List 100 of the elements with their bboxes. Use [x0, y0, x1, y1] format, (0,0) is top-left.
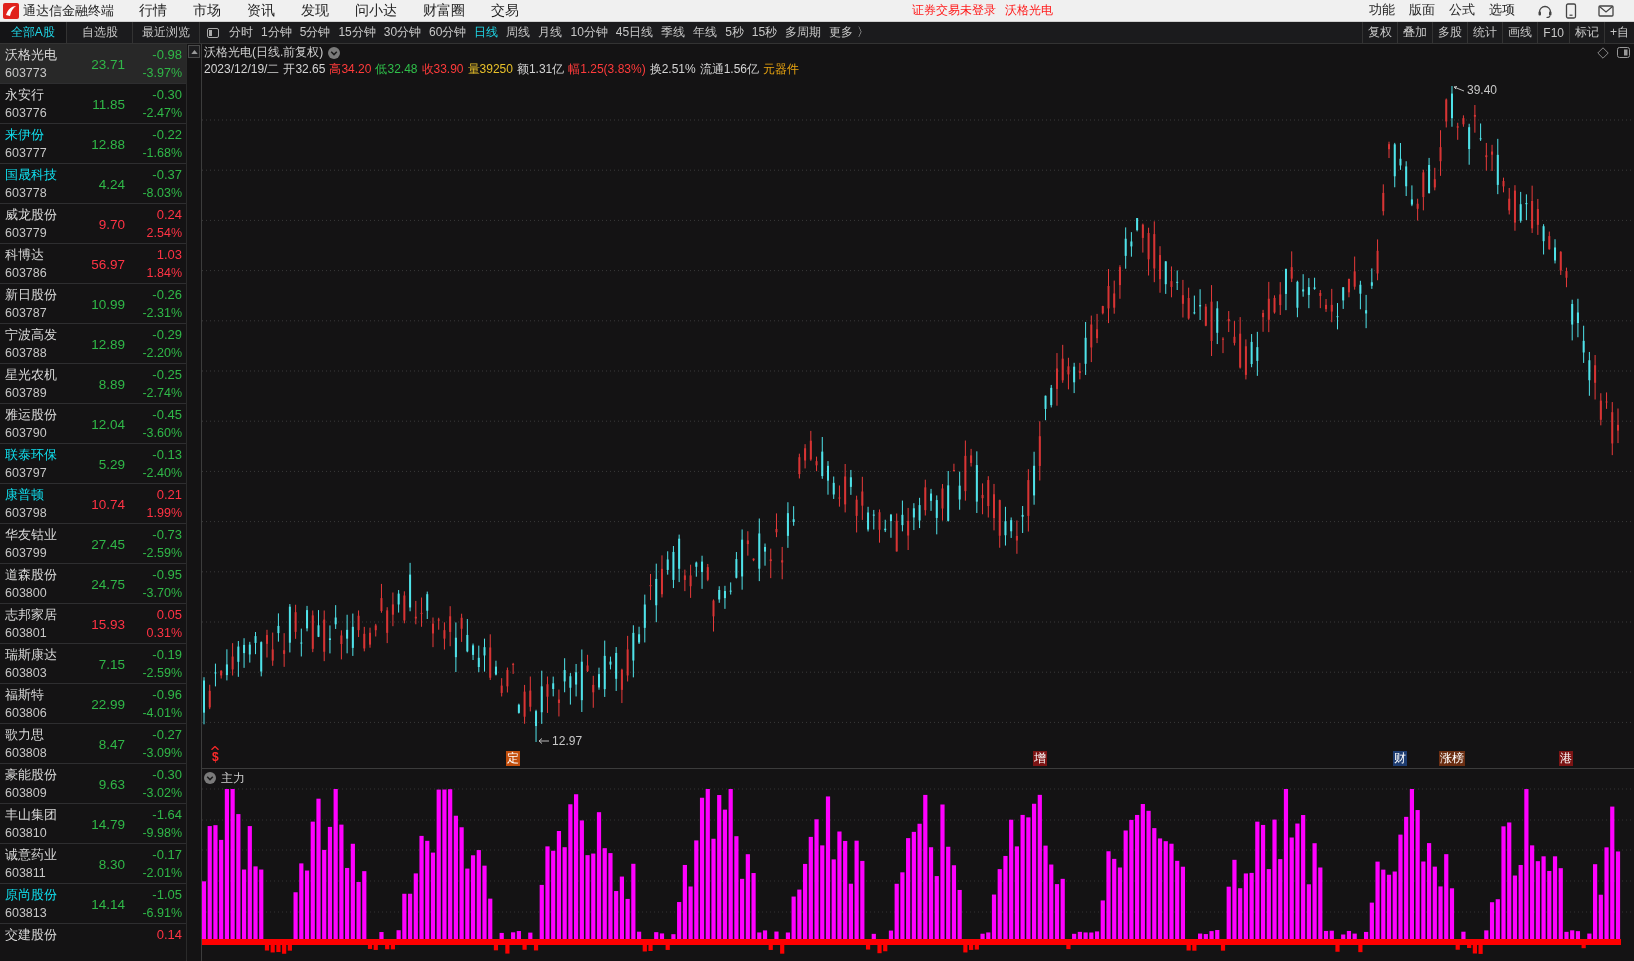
- menu-item[interactable]: 财富圈: [410, 0, 478, 21]
- period-tab[interactable]: 45日线: [611, 22, 658, 43]
- stock-name: 雅运股份: [5, 406, 58, 424]
- stock-row[interactable]: 诚意药业 603811 8.30 -0.17 -2.01%: [0, 844, 186, 884]
- stock-price: 24.75: [91, 576, 125, 592]
- period-tab[interactable]: 5分钟: [295, 22, 335, 43]
- period-tab[interactable]: 15分钟: [334, 22, 380, 43]
- stock-row[interactable]: 威龙股份 603779 9.70 0.24 2.54%: [0, 204, 186, 244]
- stock-row[interactable]: 豪能股份 603809 9.63 -0.30 -3.02%: [0, 764, 186, 804]
- list-tab[interactable]: 自选股: [66, 22, 134, 43]
- diamond-icon[interactable]: [1597, 46, 1609, 59]
- stock-row[interactable]: 新日股份 603787 10.99 -0.26 -2.31%: [0, 284, 186, 324]
- period-tab[interactable]: 周线: [502, 22, 535, 43]
- stock-row[interactable]: 国晟科技 603778 4.24 -0.37 -8.03%: [0, 164, 186, 204]
- period-tab[interactable]: 60分钟: [425, 22, 471, 43]
- event-tag[interactable]: 涨榜: [1438, 751, 1465, 766]
- menu-item[interactable]: 发现: [288, 0, 342, 21]
- tool-button[interactable]: 标记: [1569, 22, 1604, 43]
- tool-button[interactable]: 画线: [1502, 22, 1538, 43]
- event-tag[interactable]: 财: [1393, 751, 1408, 766]
- event-tag[interactable]: 定: [506, 751, 521, 766]
- stock-row[interactable]: 雅运股份 603790 12.04 -0.45 -3.60%: [0, 404, 186, 444]
- menu-item[interactable]: 选项: [1482, 0, 1522, 21]
- tool-button[interactable]: 叠加: [1397, 22, 1433, 43]
- period-tab[interactable]: 15秒: [747, 22, 782, 43]
- stock-name: 瑞斯康达: [5, 646, 58, 664]
- stock-code: 603787: [5, 305, 48, 322]
- stock-price: 12.04: [91, 416, 125, 432]
- tool-button[interactable]: +自: [1604, 22, 1634, 43]
- stock-row[interactable]: 瑞斯康达 603803 7.15 -0.19 -2.59%: [0, 644, 186, 684]
- stock-price: 8.89: [98, 376, 125, 392]
- menu-item[interactable]: 问小达: [342, 0, 410, 21]
- tool-button[interactable]: 多股: [1432, 22, 1468, 43]
- chevron-down-icon[interactable]: [204, 772, 216, 784]
- period-tab[interactable]: 30分钟: [379, 22, 426, 43]
- menu-item[interactable]: 版面: [1402, 0, 1442, 21]
- stock-row[interactable]: 联泰环保 603797 5.29 -0.13 -2.40%: [0, 444, 186, 484]
- stock-price: 4.24: [98, 176, 125, 192]
- list-tab[interactable]: 全部A股: [0, 22, 67, 43]
- period-tab[interactable]: 日线: [470, 22, 503, 43]
- scrollbar[interactable]: [186, 44, 201, 961]
- event-flag[interactable]: $: [212, 750, 219, 764]
- stock-row[interactable]: 宁波高发 603788 12.89 -0.29 -2.20%: [0, 324, 186, 364]
- stock-row[interactable]: 丰山集团 603810 14.79 -1.64 -9.98%: [0, 804, 186, 844]
- scroll-up-button[interactable]: [188, 45, 200, 58]
- stock-code: 603777: [5, 145, 48, 162]
- chevron-down-icon[interactable]: [328, 46, 341, 59]
- stock-row[interactable]: 来伊份 603777 12.88 -0.22 -1.68%: [0, 124, 186, 164]
- tool-button[interactable]: 统计: [1467, 22, 1503, 43]
- mail-icon[interactable]: [1598, 2, 1614, 19]
- menu-item[interactable]: 公式: [1442, 0, 1482, 21]
- stock-row[interactable]: 交建股份 0.14: [0, 924, 186, 961]
- period-tab[interactable]: 季线: [657, 22, 690, 43]
- stock-price: 12.89: [91, 336, 125, 352]
- stock-row[interactable]: 沃格光电 603773 23.71 -0.98 -3.97%: [0, 44, 186, 84]
- stock-row[interactable]: 道森股份 603800 24.75 -0.95 -3.70%: [0, 564, 186, 604]
- stock-row[interactable]: 歌力思 603808 8.47 -0.27 -3.09%: [0, 724, 186, 764]
- panel-icon[interactable]: [207, 27, 219, 38]
- phone-icon[interactable]: [1564, 2, 1578, 19]
- panel-icon[interactable]: [1617, 47, 1630, 58]
- stock-row[interactable]: 星光农机 603789 8.89 -0.25 -2.74%: [0, 364, 186, 404]
- stock-row[interactable]: 志邦家居 603801 15.93 0.05 0.31%: [0, 604, 186, 644]
- stock-row[interactable]: 华友钴业 603799 27.45 -0.73 -2.59%: [0, 524, 186, 564]
- stock-row[interactable]: 科博达 603786 56.97 1.03 1.84%: [0, 244, 186, 284]
- period-tab[interactable]: 10分钟: [566, 22, 612, 43]
- stock-code: 603779: [5, 225, 48, 242]
- current-stock-name: 沃格光电: [1005, 2, 1053, 19]
- percent-change: 0.31%: [146, 625, 182, 642]
- menu-item[interactable]: 功能: [1362, 0, 1402, 21]
- price-change: 1.03: [156, 246, 182, 264]
- menu-item[interactable]: 市场: [180, 0, 234, 21]
- list-tab[interactable]: 最近浏览: [133, 22, 200, 43]
- tool-button[interactable]: 复权: [1362, 22, 1398, 43]
- stock-row[interactable]: 永安行 603776 11.85 -0.30 -2.47%: [0, 84, 186, 124]
- tool-button[interactable]: F10: [1537, 22, 1569, 43]
- stock-name: 国晟科技: [5, 166, 58, 184]
- period-tab[interactable]: 5秒: [721, 22, 748, 43]
- stock-price: 14.79: [91, 816, 125, 832]
- percent-change: -3.97%: [142, 65, 182, 82]
- period-tab[interactable]: 月线: [534, 22, 567, 43]
- percent-change: 1.99%: [146, 505, 182, 522]
- app-logo-icon: [3, 2, 19, 19]
- period-tab[interactable]: 分时: [225, 22, 257, 43]
- period-tab[interactable]: 1分钟: [257, 22, 296, 43]
- event-tag[interactable]: 港: [1559, 751, 1574, 766]
- period-tab[interactable]: 多周期: [781, 22, 826, 43]
- stock-name: 歌力思: [5, 726, 45, 744]
- caret-icon: [211, 746, 220, 750]
- stock-row[interactable]: 福斯特 603806 22.99 -0.96 -4.01%: [0, 684, 186, 724]
- percent-change: -3.70%: [142, 585, 182, 602]
- stock-row[interactable]: 康普顿 603798 10.74 0.21 1.99%: [0, 484, 186, 524]
- stock-row[interactable]: 原尚股份 603813 14.14 -1.05 -6.91%: [0, 884, 186, 924]
- menu-item[interactable]: 资讯: [234, 0, 288, 21]
- period-tab[interactable]: 年线: [689, 22, 722, 43]
- event-tag[interactable]: 增: [1032, 751, 1047, 766]
- menu-item[interactable]: 交易: [478, 0, 532, 21]
- arrow-icon: [1452, 86, 1465, 94]
- period-tab[interactable]: 更多 〉: [825, 22, 873, 43]
- menu-item[interactable]: 行情: [126, 0, 180, 21]
- stock-price: 27.45: [91, 536, 125, 552]
